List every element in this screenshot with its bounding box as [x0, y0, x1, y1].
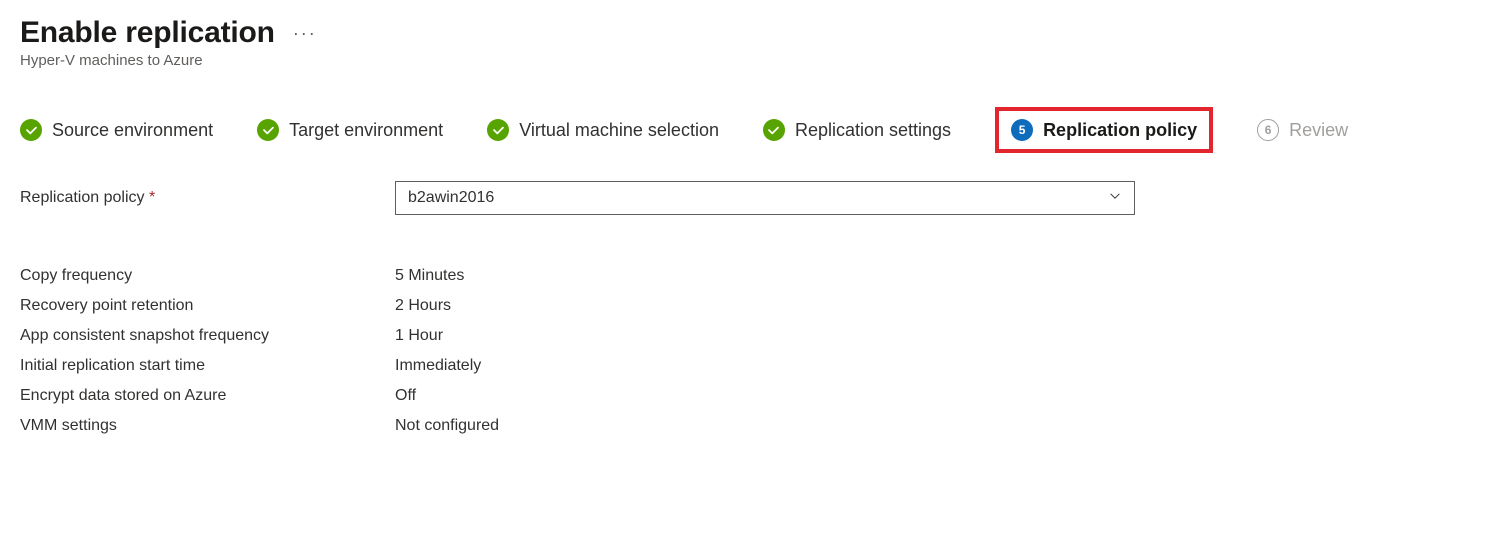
more-icon[interactable]: ···: [293, 23, 317, 44]
replication-policy-dropdown[interactable]: b2awin2016: [395, 181, 1135, 215]
detail-row: Encrypt data stored on Azure Off: [20, 387, 1468, 405]
chevron-down-icon: [1108, 189, 1122, 208]
checkmark-icon: [257, 119, 279, 141]
step-label: Replication policy: [1043, 120, 1197, 141]
page-title: Enable replication: [20, 16, 275, 50]
step-source-environment[interactable]: Source environment: [20, 119, 213, 141]
detail-label: Recovery point retention: [20, 297, 395, 315]
detail-row: VMM settings Not configured: [20, 417, 1468, 435]
wizard-steps: Source environment Target environment Vi…: [20, 119, 1468, 141]
detail-value: Off: [395, 387, 416, 405]
step-label: Source environment: [52, 120, 213, 141]
step-label: Replication settings: [795, 120, 951, 141]
step-replication-settings[interactable]: Replication settings: [763, 119, 951, 141]
step-replication-policy-highlight: 5 Replication policy: [995, 107, 1213, 153]
step-number-icon: 5: [1011, 119, 1033, 141]
step-target-environment[interactable]: Target environment: [257, 119, 443, 141]
detail-row: Initial replication start time Immediate…: [20, 357, 1468, 375]
page-header: Enable replication ··· Hyper-V machines …: [20, 16, 1468, 69]
detail-value: 2 Hours: [395, 297, 451, 315]
detail-value: 1 Hour: [395, 327, 443, 345]
detail-label: Encrypt data stored on Azure: [20, 387, 395, 405]
replication-policy-label: Replication policy *: [20, 189, 395, 207]
detail-label: App consistent snapshot frequency: [20, 327, 395, 345]
checkmark-icon: [20, 119, 42, 141]
detail-value: Not configured: [395, 417, 499, 435]
detail-value: Immediately: [395, 357, 481, 375]
checkmark-icon: [487, 119, 509, 141]
detail-row: App consistent snapshot frequency 1 Hour: [20, 327, 1468, 345]
detail-row: Copy frequency 5 Minutes: [20, 267, 1468, 285]
detail-label: VMM settings: [20, 417, 395, 435]
policy-details: Copy frequency 5 Minutes Recovery point …: [20, 267, 1468, 435]
step-number-icon: 6: [1257, 119, 1279, 141]
page-subtitle: Hyper-V machines to Azure: [20, 52, 1468, 69]
step-label: Virtual machine selection: [519, 120, 719, 141]
step-virtual-machine-selection[interactable]: Virtual machine selection: [487, 119, 719, 141]
detail-label: Initial replication start time: [20, 357, 395, 375]
detail-row: Recovery point retention 2 Hours: [20, 297, 1468, 315]
detail-label: Copy frequency: [20, 267, 395, 285]
detail-value: 5 Minutes: [395, 267, 464, 285]
step-replication-policy[interactable]: 5 Replication policy: [1011, 119, 1197, 141]
checkmark-icon: [763, 119, 785, 141]
step-label: Review: [1289, 120, 1348, 141]
required-indicator: *: [149, 189, 155, 206]
step-label: Target environment: [289, 120, 443, 141]
dropdown-value: b2awin2016: [408, 189, 494, 207]
step-review[interactable]: 6 Review: [1257, 119, 1348, 141]
form-area: Replication policy * b2awin2016 Copy fre…: [20, 181, 1468, 435]
